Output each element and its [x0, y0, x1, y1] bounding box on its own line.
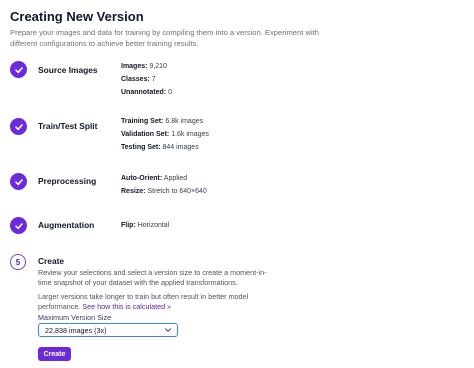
detail-value: Horizontal	[137, 222, 170, 229]
detail-key: Images:	[121, 63, 148, 70]
detail-key: Testing Set:	[121, 144, 161, 151]
detail-key: Unannotated:	[121, 89, 167, 96]
detail-value: 844 images	[162, 144, 199, 151]
step-details: Flip: Horizontal	[121, 219, 169, 232]
page-description: Prepare your images and data for trainin…	[10, 28, 319, 48]
detail-row: Testing Set: 844 images	[121, 141, 209, 154]
version-size-label: Maximum Version Size	[38, 313, 112, 322]
step-details: Training Set: 6.8k images Validation Set…	[121, 115, 209, 154]
detail-row: Unannotated: 0	[121, 86, 172, 99]
create-description: Review your selections and select a vers…	[38, 268, 267, 287]
detail-key: Auto-Orient:	[121, 175, 163, 182]
detail-row: Auto-Orient: Applied	[121, 172, 207, 185]
step-name: Augmentation	[38, 220, 95, 230]
page-title: Creating New Version	[10, 9, 144, 24]
check-icon	[10, 217, 27, 234]
version-size-select[interactable]: 22,838 images (3x)	[38, 323, 178, 337]
detail-row: Images: 9,210	[121, 60, 172, 73]
step-details: Auto-Orient: Applied Resize: Stretch to …	[121, 172, 207, 198]
detail-key: Classes:	[121, 76, 150, 83]
detail-value: Stretch to 640×640	[147, 188, 207, 195]
detail-key: Resize:	[121, 188, 146, 195]
step-name: Preprocessing	[38, 176, 97, 186]
detail-row: Validation Set: 1.6k images	[121, 128, 209, 141]
step-name: Train/Test Split	[38, 121, 98, 131]
detail-value: 9,210	[149, 63, 167, 70]
detail-row: Classes: 7	[121, 73, 172, 86]
detail-row: Training Set: 6.8k images	[121, 115, 209, 128]
calculation-link[interactable]: See how this is calculated »	[82, 302, 171, 311]
create-note: Larger versions take longer to train but…	[38, 292, 273, 311]
version-size-value: 22,838 images (3x)	[45, 325, 107, 335]
detail-value: Applied	[163, 175, 188, 182]
chevron-down-icon	[165, 328, 171, 332]
detail-key: Flip:	[121, 222, 136, 229]
create-button[interactable]: Create	[38, 347, 71, 361]
detail-value: 6.8k images	[165, 118, 204, 125]
step-name: Source Images	[38, 65, 98, 75]
step-number: 5	[10, 254, 26, 270]
detail-value: 1.6k images	[171, 131, 209, 138]
step-name: Create	[38, 256, 65, 266]
check-icon	[10, 173, 27, 190]
detail-row: Resize: Stretch to 640×640	[121, 185, 207, 198]
detail-key: Training Set:	[121, 118, 164, 125]
step-details: Images: 9,210 Classes: 7 Unannotated: 0	[121, 60, 172, 99]
detail-row: Flip: Horizontal	[121, 219, 169, 232]
check-icon	[10, 118, 27, 135]
check-icon	[10, 61, 27, 78]
detail-key: Validation Set:	[121, 131, 170, 138]
detail-value: 0	[168, 89, 172, 96]
detail-value: 7	[151, 76, 156, 83]
